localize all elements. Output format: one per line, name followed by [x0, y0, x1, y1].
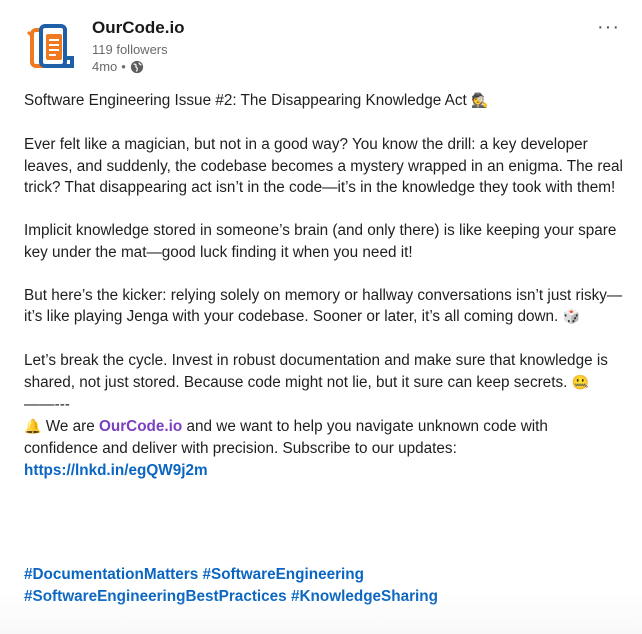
- more-options-button[interactable]: ···: [597, 17, 620, 37]
- hashtag-list: #DocumentationMatters #SoftwareEngineeri…: [24, 564, 624, 608]
- hashtag-link[interactable]: #KnowledgeSharing: [291, 588, 438, 605]
- follower-count: 119 followers: [92, 42, 168, 57]
- paragraph-4-line: Let’s break the cycle. Invest in robust …: [24, 350, 624, 394]
- bell-emoji-icon: 🔔: [24, 418, 42, 435]
- paragraph-1: Ever felt like a magician, but not in a …: [24, 136, 623, 196]
- post-time: 4mo: [92, 59, 118, 74]
- post-header: OurCode.io 119 followers 4mo • ···: [24, 17, 624, 80]
- paragraph-3: But here’s the kicker: relying solely on…: [24, 286, 623, 326]
- paragraph-2: Implicit knowledge stored in someone’s b…: [24, 222, 617, 261]
- zipper-mouth-emoji-icon: 🤐: [571, 374, 590, 391]
- hashtag-link[interactable]: #DocumentationMatters: [24, 566, 198, 583]
- hashtag-link[interactable]: #SoftwareEngineering: [203, 566, 365, 583]
- post-title-line: Software Engineering Issue #2: The Disap…: [24, 90, 624, 113]
- paragraph-3-line: But here’s the kicker: relying solely on…: [24, 285, 624, 329]
- hashtag-link[interactable]: #SoftwareEngineeringBestPractices: [24, 588, 287, 605]
- meta-separator: •: [121, 59, 126, 74]
- detective-emoji-icon: 🕵: [471, 93, 489, 109]
- post-meta: 4mo •: [92, 59, 144, 74]
- divider-text: ——---: [24, 396, 70, 413]
- dice-emoji-icon: 🎲: [562, 309, 580, 325]
- globe-icon: [130, 60, 143, 73]
- company-logo[interactable]: [24, 20, 80, 76]
- cta-paragraph: 🔔 We are OurCode.io and we want to help …: [24, 416, 624, 482]
- brand-mention-link[interactable]: OurCode.io: [99, 418, 182, 435]
- updates-link[interactable]: https://lnkd.in/egQW9j2m: [24, 462, 208, 479]
- paragraph-4: Let’s break the cycle. Invest in robust …: [24, 352, 608, 391]
- ourcode-logo-icon: [26, 24, 76, 72]
- cta-prefix: We are: [45, 417, 95, 435]
- post-title: Software Engineering Issue #2: The Disap…: [24, 92, 467, 109]
- feed-post: OurCode.io 119 followers 4mo • ··· Softw…: [0, 0, 642, 634]
- post-body: Software Engineering Issue #2: The Disap…: [24, 90, 624, 481]
- author-name[interactable]: OurCode.io: [92, 18, 185, 38]
